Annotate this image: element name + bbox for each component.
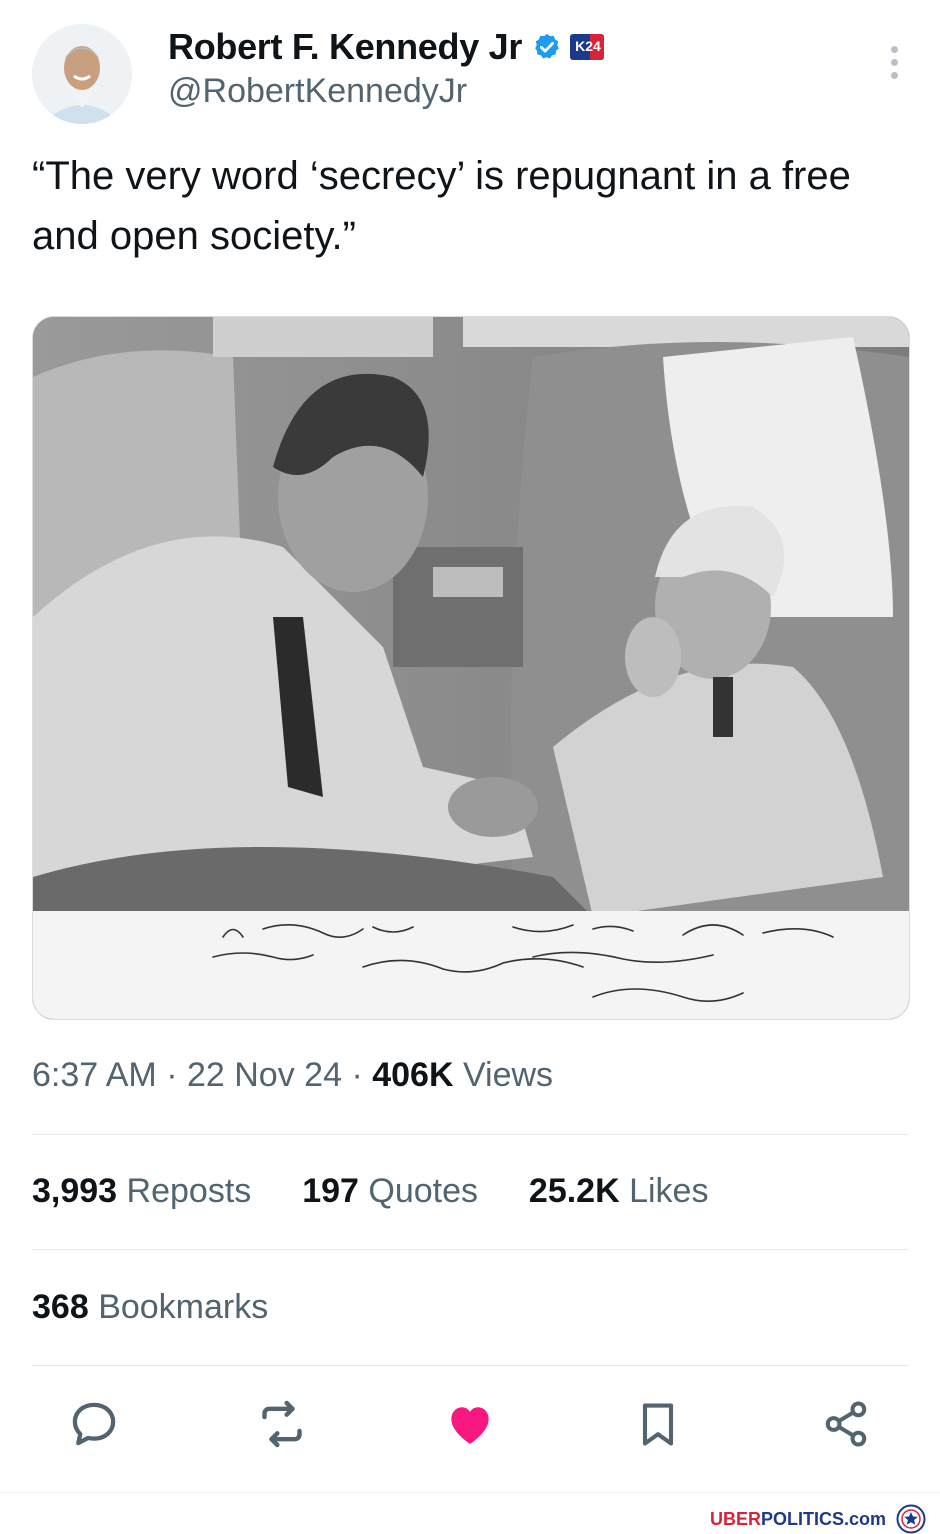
photo-image — [33, 317, 909, 1019]
tweet-meta: 6:37 AM · 22 Nov 24 · 406K Views — [32, 1056, 553, 1095]
bookmark-button[interactable] — [630, 1396, 686, 1452]
bookmarks-label: Bookmarks — [98, 1288, 269, 1326]
campaign-badge-text: K24 — [575, 38, 601, 54]
views-count: 406K — [372, 1056, 454, 1094]
share-icon — [825, 1401, 867, 1447]
like-button[interactable] — [442, 1396, 498, 1452]
engagement-stats: 3,993 Reposts 197 Quotes 25.2K Likes — [32, 1172, 708, 1211]
author-handle[interactable]: @RobertKennedyJr — [168, 72, 467, 111]
bookmark-icon — [642, 1403, 674, 1446]
watermark: UBER POLITICS.com — [710, 1504, 926, 1534]
action-bar — [0, 1396, 940, 1460]
divider — [32, 1365, 908, 1366]
author-name-row: Robert F. Kennedy Jr K24 — [168, 26, 605, 68]
quotes-stat[interactable]: 197 Quotes — [302, 1172, 487, 1210]
bookmarks-stat[interactable]: 368 Bookmarks — [32, 1288, 268, 1327]
tweet-date[interactable]: 22 Nov 24 — [187, 1056, 342, 1094]
author-name[interactable]: Robert F. Kennedy Jr — [168, 26, 522, 68]
likes-stat[interactable]: 25.2K Likes — [529, 1172, 709, 1210]
share-button[interactable] — [818, 1396, 874, 1452]
verified-badge-icon — [535, 33, 559, 59]
watermark-uber: UBER — [709, 1508, 761, 1529]
like-icon — [451, 1407, 489, 1444]
footer-divider — [0, 1492, 940, 1493]
meta-separator: · — [351, 1056, 363, 1094]
reply-button[interactable] — [66, 1396, 122, 1452]
watermark-politics: POLITICS.com — [760, 1508, 886, 1529]
reposts-stat[interactable]: 3,993 Reposts — [32, 1172, 261, 1210]
tweet-photo[interactable] — [32, 316, 910, 1020]
bookmarks-count: 368 — [32, 1288, 89, 1326]
seal-icon — [896, 1504, 926, 1534]
likes-count: 25.2K — [528, 1172, 620, 1210]
views-label: Views — [462, 1056, 554, 1094]
repost-button[interactable] — [254, 1396, 310, 1452]
repost-icon — [262, 1400, 302, 1448]
author-avatar[interactable] — [32, 24, 132, 124]
meta-separator: · — [166, 1056, 178, 1094]
more-options-icon[interactable] — [888, 46, 900, 84]
reposts-count: 3,993 — [32, 1172, 118, 1210]
divider — [32, 1249, 908, 1250]
campaign-badge-icon: K24 — [570, 34, 605, 60]
likes-label: Likes — [629, 1172, 709, 1210]
quotes-count: 197 — [302, 1172, 359, 1210]
reply-icon — [72, 1402, 116, 1446]
divider — [32, 1134, 908, 1135]
tweet-header: Robert F. Kennedy Jr K24 @RobertKennedyJ… — [32, 24, 908, 124]
reposts-label: Reposts — [126, 1172, 252, 1210]
tweet-time[interactable]: 6:37 AM — [32, 1056, 157, 1094]
tweet-text: “The very word ‘secrecy’ is repugnant in… — [32, 154, 851, 258]
quotes-label: Quotes — [368, 1172, 478, 1210]
